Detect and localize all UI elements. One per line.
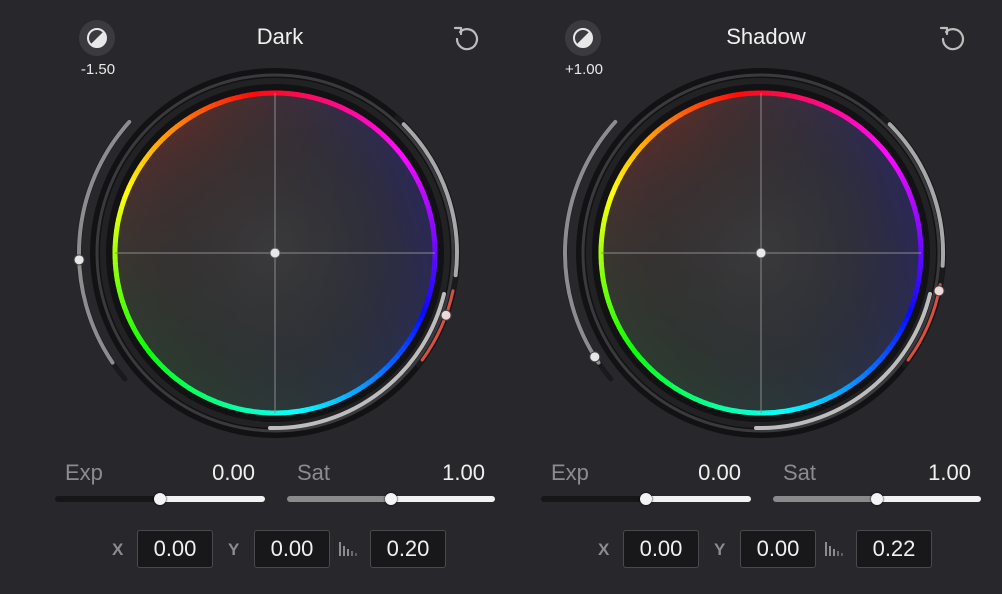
sat-handle[interactable] <box>440 309 452 321</box>
x-field[interactable]: 0.00 <box>623 530 699 568</box>
contrast-button[interactable] <box>565 20 601 56</box>
wheel-title: Shadow <box>726 24 806 49</box>
wheel-title: Dark <box>256 24 304 49</box>
exp-slider-right <box>648 496 751 502</box>
wheel-panel-shadow: +1.00 Shadow Exp 0.00 Sat 1.00 X 0.00 Y … <box>486 0 981 594</box>
exp-slider-left <box>55 496 158 502</box>
luminance-range-field[interactable]: 0.22 <box>856 530 932 568</box>
contrast-handle[interactable] <box>589 351 601 363</box>
sat-slider[interactable] <box>287 493 495 505</box>
exp-value[interactable]: 0.00 <box>175 460 255 486</box>
exp-slider[interactable] <box>55 493 265 505</box>
luminance-range-icon <box>339 542 357 556</box>
reset-icon <box>939 26 965 51</box>
y-label: Y <box>228 540 240 559</box>
y-label: Y <box>714 540 726 559</box>
sat-handle[interactable] <box>933 285 945 297</box>
sat-slider-knob[interactable] <box>385 493 397 505</box>
color-wheel[interactable] <box>556 64 956 444</box>
sat-slider-right <box>879 496 981 502</box>
luminance-range-field[interactable]: 0.20 <box>370 530 446 568</box>
color-wheel[interactable] <box>70 64 470 444</box>
sat-value[interactable]: 1.00 <box>891 460 971 486</box>
wheel-panel-dark: -1.50 Dark Exp 0.00 Sat 1.00 X 0.00 Y 0.… <box>0 0 495 594</box>
exp-slider-right <box>162 496 265 502</box>
exp-label: Exp <box>65 460 103 485</box>
exp-label: Exp <box>551 460 589 485</box>
sat-slider-left <box>773 496 875 502</box>
sat-slider-left <box>287 496 389 502</box>
reset-button[interactable] <box>448 20 484 56</box>
exp-slider-knob[interactable] <box>154 493 166 505</box>
wheel-center-handle[interactable] <box>269 247 281 259</box>
contrast-icon <box>87 28 107 48</box>
x-field[interactable]: 0.00 <box>137 530 213 568</box>
sat-slider-right <box>393 496 495 502</box>
exp-slider-knob[interactable] <box>640 493 652 505</box>
x-label: X <box>598 540 610 559</box>
reset-icon <box>453 26 479 51</box>
contrast-button[interactable] <box>79 20 115 56</box>
sat-value[interactable]: 1.00 <box>405 460 485 486</box>
y-field[interactable]: 0.00 <box>254 530 330 568</box>
exp-value[interactable]: 0.00 <box>661 460 741 486</box>
exp-slider-left <box>541 496 644 502</box>
sat-slider[interactable] <box>773 493 981 505</box>
sat-slider-knob[interactable] <box>871 493 883 505</box>
sat-label: Sat <box>297 460 331 485</box>
exp-slider[interactable] <box>541 493 751 505</box>
reset-button[interactable] <box>934 20 970 56</box>
y-field[interactable]: 0.00 <box>740 530 816 568</box>
sat-label: Sat <box>783 460 817 485</box>
luminance-range-icon <box>825 542 843 556</box>
contrast-handle[interactable] <box>73 254 85 266</box>
wheel-center-handle[interactable] <box>755 247 767 259</box>
x-label: X <box>112 540 124 559</box>
contrast-icon <box>573 28 593 48</box>
